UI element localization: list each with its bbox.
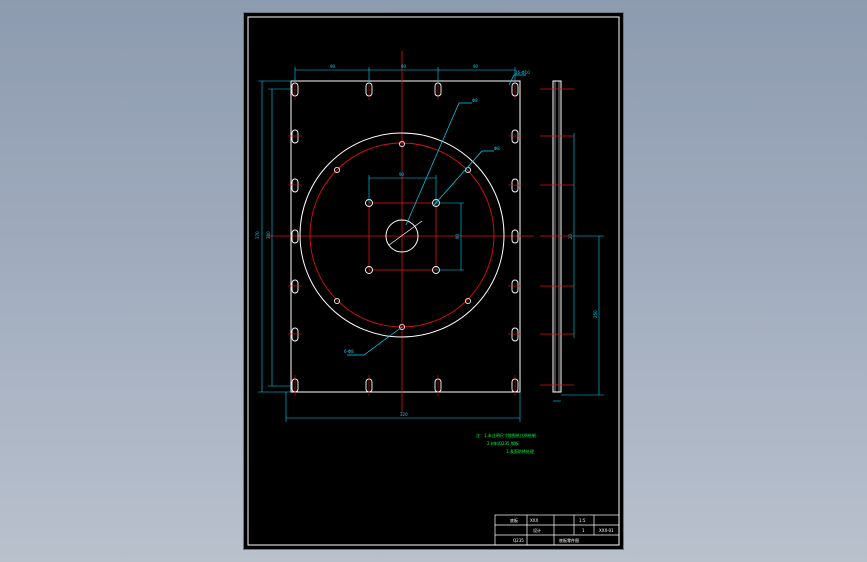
note-line: 3.表面防锈处理 (506, 448, 534, 454)
slot (291, 327, 299, 342)
slot (511, 279, 519, 294)
side-view (540, 80, 604, 402)
title-block: 底板 XXX 1:5 1 XXX-01 Q235 设计 底板零件图 (494, 514, 620, 546)
callout-hole-top: Φ8 (472, 98, 478, 103)
dim-overall-height-outer: 370 (255, 231, 260, 239)
slot (511, 229, 519, 244)
slot (511, 178, 519, 193)
dim-top-left: 90 (330, 64, 336, 69)
title-block-company: XXX (530, 518, 538, 523)
slot (291, 279, 299, 294)
dim-overall-height-inner: 340 (266, 231, 271, 239)
note-line: 注：1.未注明尺寸按图纸比例绘制. (476, 432, 537, 438)
title-block-name: 底板 (510, 517, 518, 523)
square-pattern (368, 202, 437, 271)
bolt-hole (334, 297, 341, 304)
bolt-hole (464, 166, 471, 173)
square-holes (365, 199, 440, 274)
title-block-designer: 设计 (533, 527, 541, 533)
title-block-material: Q235 (513, 538, 524, 543)
front-view (258, 51, 534, 422)
dim-top-mid: 90 (401, 64, 407, 69)
side-outline (552, 80, 562, 393)
leader-lines (347, 74, 526, 356)
dim-top-right: 90 (473, 64, 479, 69)
side-inner (554, 80, 560, 393)
cad-drawing: 90 90 90 320 370 340 90 90 250 20 16-Φ10… (247, 16, 620, 546)
callout-slots: 16-Φ10 (515, 70, 530, 75)
callout-hole-bottom: 6-Φ8 (344, 349, 354, 354)
callout-hole-center: Φ8 (494, 146, 500, 151)
dimension-texts: 90 90 90 320 370 340 90 90 250 20 16-Φ10… (255, 64, 598, 417)
dim-side-mid: 20 (568, 233, 573, 239)
note-line: 2.材料Q235 钢板 (487, 440, 519, 446)
title-block-drawing-no: XXX-01 (599, 528, 614, 533)
slots (291, 82, 519, 393)
slot (511, 129, 519, 144)
dim-side-height: 250 (593, 310, 598, 318)
slot (291, 229, 299, 244)
slot (291, 129, 299, 144)
title-block-sheet: 1 (582, 528, 585, 533)
dim-overall-width: 320 (400, 412, 408, 417)
slot (511, 327, 519, 342)
drawing-sheet: 90 90 90 320 370 340 90 90 250 20 16-Φ10… (244, 13, 623, 549)
slot (291, 178, 299, 193)
title-block-scale: 1:5 (579, 518, 586, 523)
drawing-frame (247, 16, 620, 546)
technical-notes: 注：1.未注明尺寸按图纸比例绘制. 2.材料Q235 钢板 3.表面防锈处理 (476, 432, 537, 454)
title-block-title: 底板零件图 (559, 537, 579, 543)
dim-square-right: 90 (455, 233, 460, 239)
dim-square-top: 90 (399, 172, 405, 177)
plate-outline (290, 80, 521, 393)
slot-centerlines (288, 79, 522, 396)
